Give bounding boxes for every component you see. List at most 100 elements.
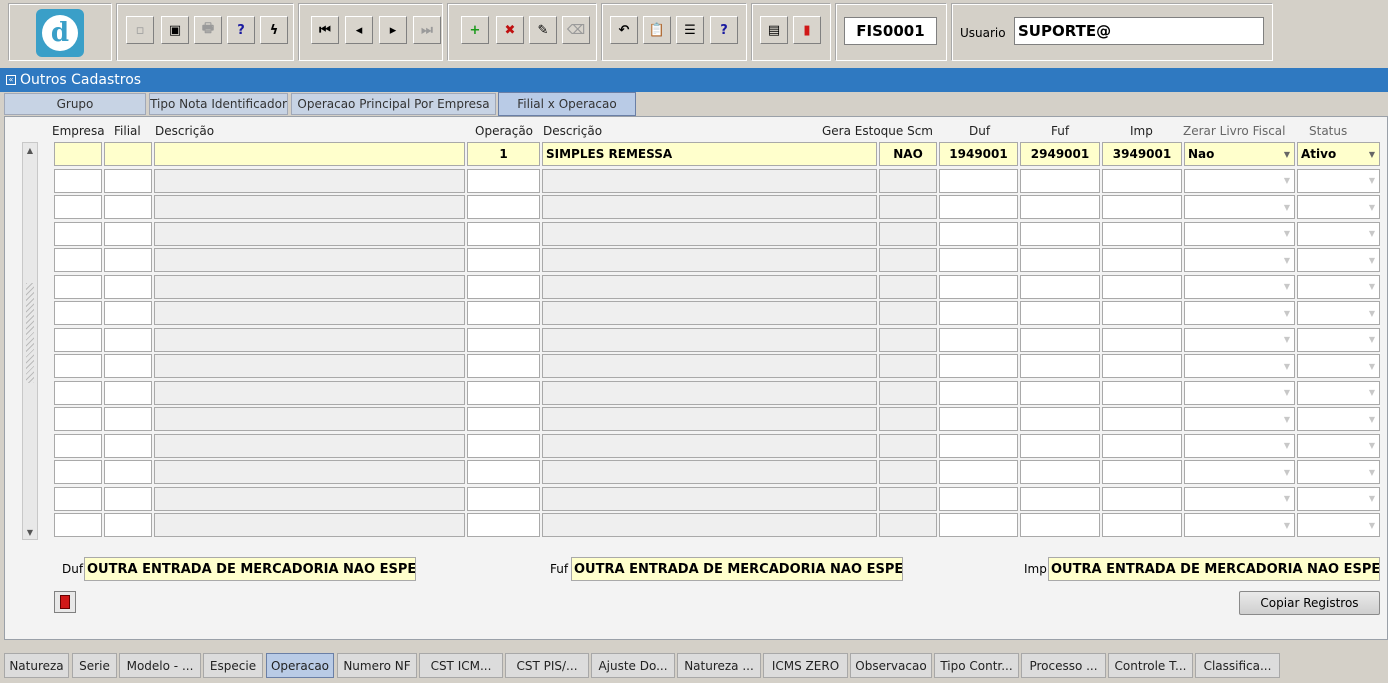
cell-duf[interactable] [939,327,1018,352]
chevron-down-icon[interactable]: ▼ [1280,408,1294,430]
cell-operacao[interactable] [467,433,540,458]
cell-imp[interactable] [1102,433,1182,458]
bottom-tab-numero-nf[interactable]: Numero NF [337,653,417,678]
cell-filial[interactable] [104,195,152,219]
chevron-down-icon[interactable]: ▼ [1365,170,1379,192]
cell-imp[interactable] [1102,354,1182,378]
save-button[interactable]: ▫ [126,16,154,44]
chevron-down-icon[interactable]: ▼ [1280,170,1294,192]
bottom-tab-icms-zero[interactable]: ICMS ZERO [763,653,848,678]
first-record-button[interactable]: ⏮ [311,16,339,44]
cell-status[interactable]: ▼ [1297,195,1380,219]
cell-descricao1[interactable] [154,142,465,166]
cell-zerar-livro[interactable]: ▼ [1184,168,1295,193]
cell-duf[interactable] [939,195,1018,219]
cell-duf[interactable] [939,380,1018,405]
cell-descricao2[interactable] [542,486,877,511]
bottom-tab-observacao[interactable]: Observacao [850,653,932,678]
cell-fuf[interactable] [1020,221,1100,246]
cell-imp[interactable]: 3949001 [1102,142,1182,166]
cell-descricao2[interactable] [542,354,877,378]
chevron-down-icon[interactable]: ▼ [1365,461,1379,483]
cell-descricao2[interactable] [542,407,877,431]
cell-descricao1[interactable] [154,195,465,219]
cell-imp[interactable] [1102,407,1182,431]
cell-empresa[interactable] [54,433,102,458]
cell-filial[interactable] [104,168,152,193]
cell-empresa[interactable] [54,221,102,246]
chevron-down-icon[interactable]: ▼ [1365,196,1379,218]
cell-filial[interactable] [104,274,152,299]
bottom-tab-cst-pis[interactable]: CST PIS/... [505,653,589,678]
cell-filial[interactable] [104,248,152,272]
cell-gera-estoque[interactable] [879,301,937,325]
bottom-tab-natureza[interactable]: Natureza [4,653,69,678]
cell-descricao1[interactable] [154,460,465,484]
cell-empresa[interactable] [54,513,102,537]
list-values-button[interactable]: ☰ [676,16,704,44]
cell-descricao1[interactable] [154,354,465,378]
chevron-down-icon[interactable]: ▼ [1280,488,1294,510]
cell-empresa[interactable] [54,354,102,378]
cell-operacao[interactable] [467,380,540,405]
cell-gera-estoque[interactable] [879,221,937,246]
cell-operacao[interactable] [467,354,540,378]
cell-descricao1[interactable] [154,168,465,193]
query-help-button[interactable]: ? [227,16,255,44]
chevron-down-icon[interactable]: ▼ [1280,223,1294,245]
cell-filial[interactable] [104,407,152,431]
cell-status[interactable]: ▼ [1297,327,1380,352]
cell-zerar-livro[interactable]: ▼ [1184,327,1295,352]
cell-gera-estoque[interactable] [879,168,937,193]
cell-filial[interactable] [104,513,152,537]
cell-zerar-livro[interactable]: ▼ [1184,354,1295,378]
tab-grupo[interactable]: Grupo [4,93,146,115]
chevron-down-icon[interactable]: ▼ [1280,329,1294,351]
cell-imp[interactable] [1102,168,1182,193]
scroll-up-icon[interactable]: ▲ [23,143,37,157]
cell-gera-estoque[interactable] [879,460,937,484]
edit-record-button[interactable]: ✎ [529,16,557,44]
cell-fuf[interactable] [1020,248,1100,272]
cell-imp[interactable] [1102,513,1182,537]
cell-descricao2[interactable] [542,513,877,537]
bottom-tab-processo[interactable]: Processo ... [1021,653,1106,678]
cell-zerar-livro[interactable]: Nao ▼ [1184,142,1295,166]
cell-empresa[interactable] [54,486,102,511]
cell-duf[interactable] [939,221,1018,246]
bottom-tab-operacao[interactable]: Operacao [266,653,334,678]
chevron-down-icon[interactable]: ▼ [1280,355,1294,377]
cell-descricao2[interactable] [542,221,877,246]
user-field[interactable]: SUPORTE@ [1014,17,1264,45]
cell-fuf[interactable] [1020,274,1100,299]
cell-fuf[interactable] [1020,433,1100,458]
cell-empresa[interactable] [54,407,102,431]
bottom-tab-cst-icm[interactable]: CST ICM... [419,653,503,678]
cell-operacao[interactable] [467,460,540,484]
cell-duf[interactable] [939,486,1018,511]
cell-descricao2[interactable]: SIMPLES REMESSA [542,142,877,166]
cell-empresa[interactable] [54,327,102,352]
cell-descricao1[interactable] [154,274,465,299]
tab-tipo-nota-identificador[interactable]: Tipo Nota Identificador [149,93,288,115]
scroll-down-icon[interactable]: ▼ [23,525,37,539]
cell-operacao[interactable] [467,248,540,272]
chevron-down-icon[interactable]: ▼ [1280,143,1294,165]
cell-status[interactable]: Ativo ▼ [1297,142,1380,166]
cell-filial[interactable] [104,460,152,484]
cell-descricao2[interactable] [542,274,877,299]
cell-imp[interactable] [1102,221,1182,246]
bottom-tab-natureza[interactable]: Natureza ... [677,653,761,678]
cell-status[interactable]: ▼ [1297,460,1380,484]
bottom-tab-modelo[interactable]: Modelo - ... [119,653,201,678]
cell-filial[interactable] [104,301,152,325]
print-button[interactable]: 🖶 [194,16,222,44]
cell-zerar-livro[interactable]: ▼ [1184,248,1295,272]
cell-gera-estoque[interactable] [879,327,937,352]
cell-gera-estoque[interactable] [879,486,937,511]
cell-gera-estoque[interactable] [879,513,937,537]
cell-gera-estoque[interactable] [879,248,937,272]
cell-fuf[interactable] [1020,168,1100,193]
bottom-tab-especie[interactable]: Especie [203,653,263,678]
cell-descricao2[interactable] [542,301,877,325]
